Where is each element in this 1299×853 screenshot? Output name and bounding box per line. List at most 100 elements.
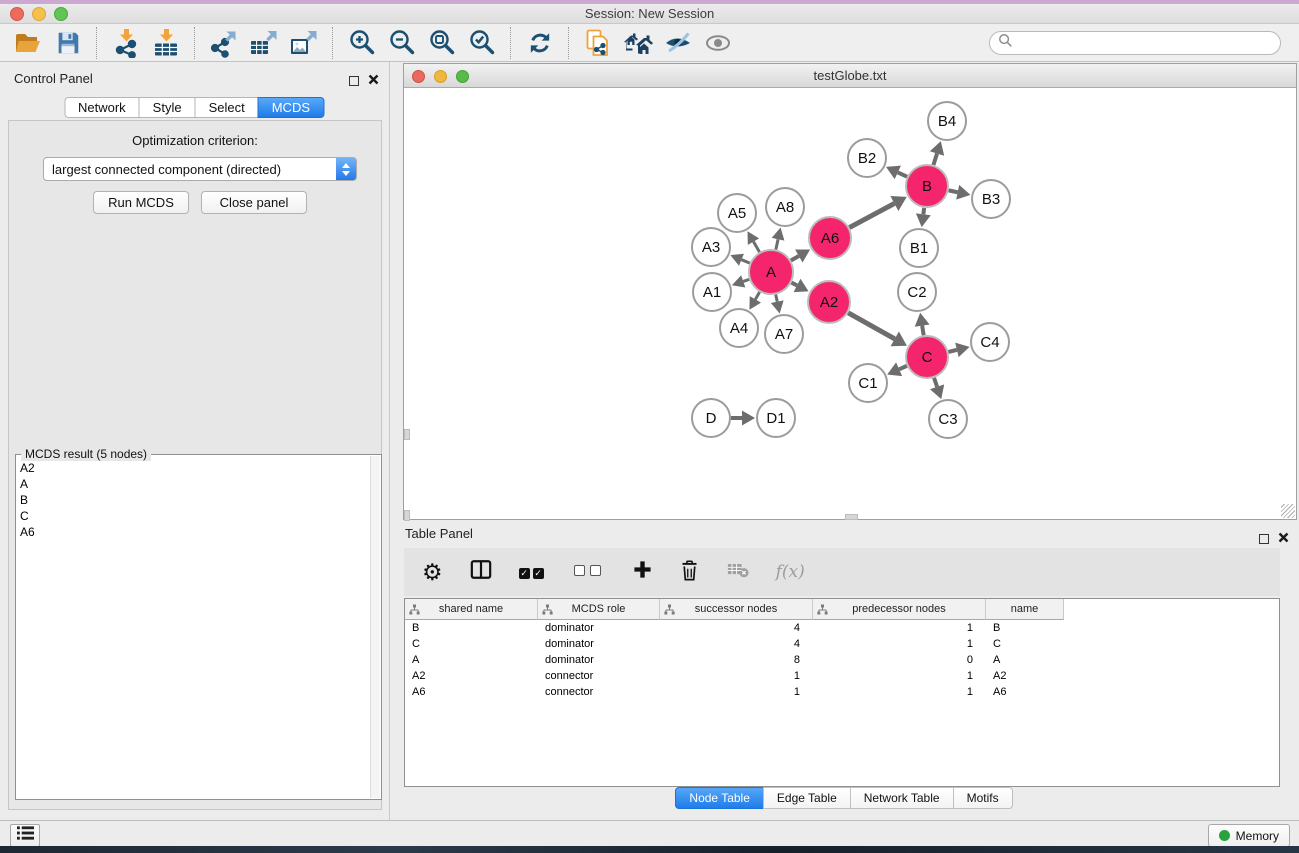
search-input[interactable]: [1018, 35, 1280, 51]
tab-network[interactable]: Network: [64, 97, 140, 118]
add-column-button[interactable]: [633, 560, 652, 584]
graph-edge-B-B2[interactable]: [886, 166, 907, 180]
result-scrollbar[interactable]: [370, 456, 380, 798]
graph-node-A4[interactable]: A4: [720, 309, 758, 347]
graph-node-D[interactable]: D: [692, 399, 730, 437]
import-network-button[interactable]: [106, 26, 146, 60]
graph-node-C[interactable]: C: [906, 336, 948, 378]
column-header-shared-name[interactable]: shared name: [405, 599, 538, 620]
graph-edge-D-D1[interactable]: [731, 411, 755, 426]
graph-node-A2[interactable]: A2: [808, 281, 850, 323]
float-panel-button[interactable]: [1259, 534, 1269, 544]
deselect-all-button[interactable]: [574, 563, 606, 581]
graph-edge-A-A4[interactable]: [749, 292, 761, 310]
column-header-mcds-role[interactable]: MCDS role: [538, 599, 660, 620]
table-row[interactable]: A6 connector 1 1 A6: [405, 684, 1279, 700]
graph-node-C2[interactable]: C2: [898, 273, 936, 311]
graph-edge-A-A7[interactable]: [771, 295, 784, 314]
graph-node-B2[interactable]: B2: [848, 139, 886, 177]
close-panel-button[interactable]: [1278, 530, 1289, 548]
delete-column-button[interactable]: [679, 558, 700, 587]
export-image-button[interactable]: [284, 26, 324, 60]
graph-node-C4[interactable]: C4: [971, 323, 1009, 361]
network-canvas[interactable]: A A1 A2 A3 A4 A5 A6 A7 A8 B B1 B2 B3 B4 C C1 C2 C3 C4 D D1: [404, 87, 1296, 519]
graph-node-A1[interactable]: A1: [693, 273, 731, 311]
graph-edge-A-A1[interactable]: [732, 275, 749, 287]
graph-edge-A-A2[interactable]: [791, 279, 808, 292]
graph-node-B4[interactable]: B4: [928, 102, 966, 140]
graph-node-A8[interactable]: A8: [766, 188, 804, 226]
tab-style[interactable]: Style: [139, 97, 196, 118]
graph-node-A7[interactable]: A7: [765, 315, 803, 353]
task-history-button[interactable]: [10, 824, 40, 847]
hide-panels-button[interactable]: [658, 26, 698, 60]
save-session-button[interactable]: [48, 26, 88, 60]
left-scroll-nub[interactable]: [404, 429, 410, 440]
column-header-predecessor-nodes[interactable]: predecessor nodes: [813, 599, 986, 620]
copy-network-button[interactable]: [578, 26, 618, 60]
zoom-in-button[interactable]: [342, 26, 382, 60]
graph-node-B[interactable]: B: [906, 165, 948, 207]
graph-edge-C-C3[interactable]: [930, 378, 944, 399]
tab-select[interactable]: Select: [195, 97, 259, 118]
memory-button[interactable]: Memory: [1208, 824, 1290, 847]
graph-edge-A2-C[interactable]: [848, 313, 907, 347]
column-header-successor-nodes[interactable]: successor nodes: [660, 599, 813, 620]
tab-edge-table[interactable]: Edge Table: [763, 787, 851, 809]
graph-edge-C-C2[interactable]: [915, 313, 930, 336]
tab-node-table[interactable]: Node Table: [675, 787, 764, 809]
open-session-button[interactable]: [8, 26, 48, 60]
table-row[interactable]: C dominator 4 1 C: [405, 636, 1279, 652]
import-table-button[interactable]: [146, 26, 186, 60]
tab-network-table[interactable]: Network Table: [850, 787, 954, 809]
float-panel-button[interactable]: [349, 76, 359, 86]
list-item[interactable]: A2: [20, 460, 368, 476]
show-column-button[interactable]: [470, 559, 492, 585]
search-field[interactable]: [989, 31, 1281, 55]
export-table-button[interactable]: [244, 26, 284, 60]
graph-node-B1[interactable]: B1: [900, 229, 938, 267]
graph-node-D1[interactable]: D1: [757, 399, 795, 437]
close-panel-button[interactable]: [368, 72, 379, 90]
graph-edge-C-C1[interactable]: [887, 362, 907, 376]
zoom-selected-button[interactable]: [462, 26, 502, 60]
graph-edge-A-A6[interactable]: [791, 249, 810, 262]
list-item[interactable]: C: [20, 508, 368, 524]
table-row[interactable]: B dominator 4 1 B: [405, 620, 1279, 636]
optimization-dropdown[interactable]: largest connected component (directed): [43, 157, 357, 181]
column-header-name[interactable]: name: [986, 599, 1064, 620]
graph-node-A[interactable]: A: [749, 250, 793, 294]
table-options-button[interactable]: ⚙: [422, 561, 443, 584]
table-row[interactable]: A dominator 8 0 A: [405, 652, 1279, 668]
list-item[interactable]: A6: [20, 524, 368, 540]
home-views-button[interactable]: [618, 26, 658, 60]
tab-mcds[interactable]: MCDS: [258, 97, 324, 118]
export-network-button[interactable]: [204, 26, 244, 60]
resize-grip[interactable]: [1281, 504, 1295, 518]
graph-edge-B-B3[interactable]: [949, 185, 971, 200]
graph-node-A6[interactable]: A6: [809, 217, 851, 259]
graph-node-A5[interactable]: A5: [718, 194, 756, 232]
select-all-button[interactable]: ✓✓: [519, 563, 547, 581]
graph-edge-A6-B[interactable]: [849, 196, 906, 228]
close-panel-button-mcds[interactable]: Close panel: [201, 191, 307, 214]
graph-node-C1[interactable]: C1: [849, 364, 887, 402]
table-row[interactable]: A2 connector 1 1 A2: [405, 668, 1279, 684]
graph-edge-A-A8[interactable]: [772, 228, 785, 250]
run-mcds-button[interactable]: Run MCDS: [93, 191, 189, 214]
graph-node-C3[interactable]: C3: [929, 400, 967, 438]
graph-edge-B-B4[interactable]: [930, 141, 944, 165]
graph-node-A3[interactable]: A3: [692, 228, 730, 266]
refresh-layout-button[interactable]: [520, 26, 560, 60]
tab-motifs[interactable]: Motifs: [953, 787, 1013, 809]
graph-edge-A-A3[interactable]: [730, 254, 749, 266]
graph-edge-A-A5[interactable]: [747, 231, 759, 252]
show-panels-button[interactable]: [698, 26, 738, 60]
graph-node-B3[interactable]: B3: [972, 180, 1010, 218]
zoom-fit-button[interactable]: [422, 26, 462, 60]
graph-edge-B-B1[interactable]: [916, 208, 931, 227]
graph-edge-C-C4[interactable]: [948, 343, 969, 358]
list-item[interactable]: A: [20, 476, 368, 492]
list-item[interactable]: B: [20, 492, 368, 508]
zoom-out-button[interactable]: [382, 26, 422, 60]
